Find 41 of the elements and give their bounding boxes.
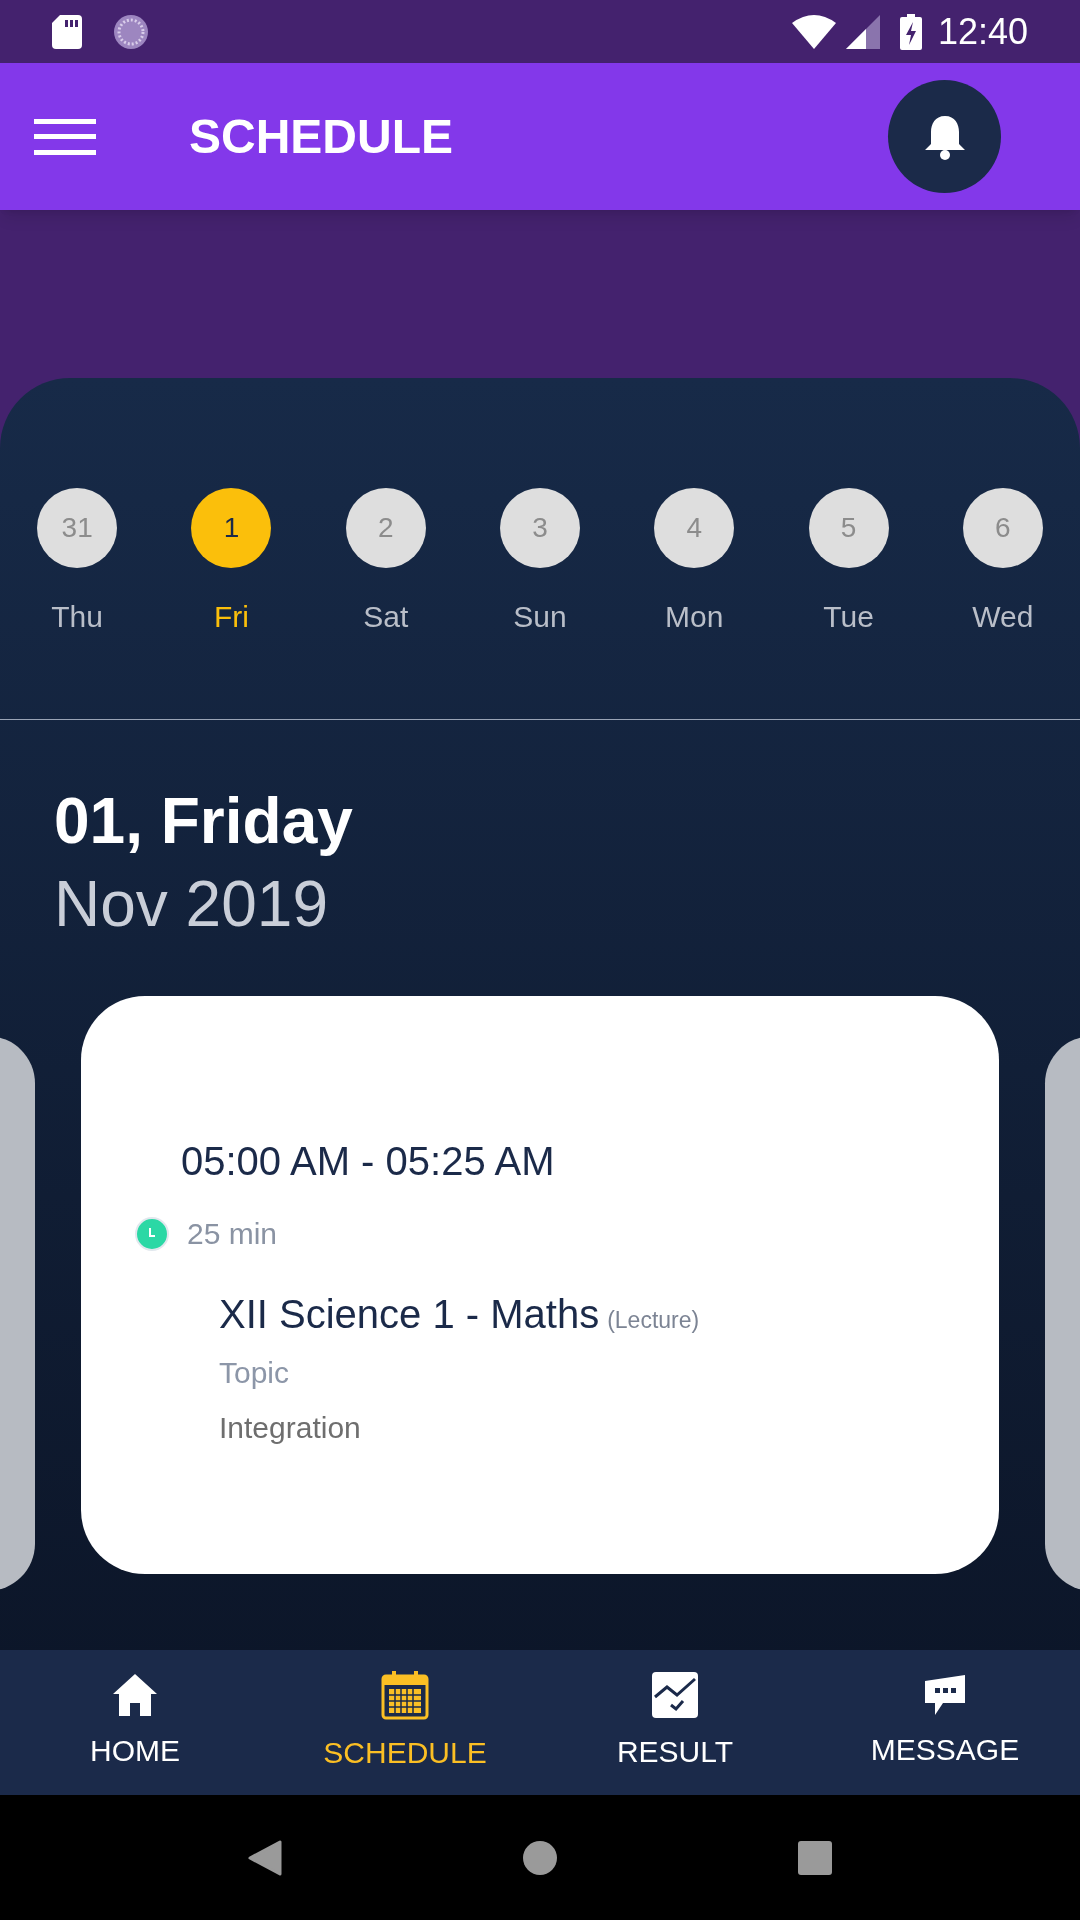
status-time: 12:40 <box>937 9 1028 54</box>
weekday-label: Sat <box>363 599 409 635</box>
day-chip[interactable]: 3 <box>500 488 580 568</box>
nav-tab[interactable]: RESULT <box>540 1650 810 1795</box>
duration: 25 min <box>187 1216 278 1253</box>
battery-icon <box>899 13 922 50</box>
home-icon <box>111 1672 159 1718</box>
day-chip[interactable]: 1 <box>191 488 272 568</box>
topic-label: Topic <box>219 1355 291 1392</box>
calendar-icon <box>381 1670 429 1720</box>
topic: Integration <box>219 1410 362 1447</box>
home-circle-icon[interactable] <box>522 1839 558 1876</box>
day-chip[interactable]: 2 <box>345 488 426 568</box>
weekday-label: Wed <box>972 599 1034 635</box>
month-year: Nov 2019 <box>54 867 329 943</box>
weekday-label: Tue <box>823 599 874 635</box>
screen-title: SCHEDULE <box>189 108 454 165</box>
day-chip[interactable]: 6 <box>962 488 1043 568</box>
weekday-label: Fri <box>213 599 249 635</box>
nav-tab[interactable]: SCHEDULE <box>270 1650 540 1795</box>
back-icon[interactable] <box>248 1839 282 1876</box>
weekday-label: Sun <box>513 599 567 635</box>
nav-tab[interactable]: HOME <box>0 1650 270 1795</box>
wifi-icon <box>791 14 836 49</box>
clock-icon <box>135 1216 169 1251</box>
weekday-label: Thu <box>51 599 103 635</box>
nav-tab[interactable]: MESSAGE <box>810 1650 1080 1795</box>
day-chip[interactable]: 4 <box>654 488 735 568</box>
menu-icon[interactable] <box>34 116 96 157</box>
sync-icon <box>112 12 150 51</box>
signal-icon <box>845 14 880 49</box>
sd-card-icon <box>52 14 82 49</box>
chart-icon <box>651 1671 699 1719</box>
date-heading: 01, Friday <box>54 786 354 857</box>
recents-icon[interactable] <box>798 1840 832 1875</box>
day-chip[interactable]: 5 <box>808 488 889 568</box>
time-range: 05:00 AM - 05:25 AM <box>181 1138 556 1186</box>
session-type: (Lecture) <box>607 1306 700 1336</box>
class-title: XII Science 1 - Maths <box>219 1291 600 1339</box>
weekday-label: Mon <box>665 599 724 635</box>
day-chip[interactable]: 31 <box>37 488 118 568</box>
